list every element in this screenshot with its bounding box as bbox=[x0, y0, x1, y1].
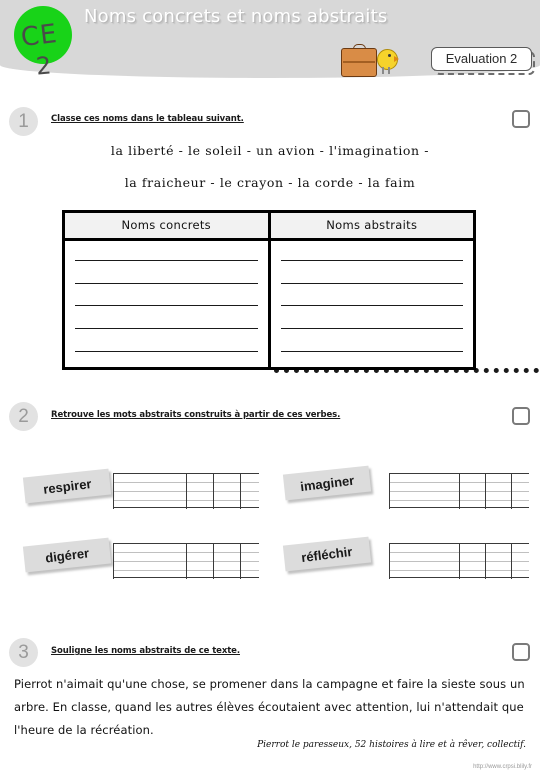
answer-line[interactable] bbox=[75, 259, 258, 261]
stave-vertical-line bbox=[485, 473, 486, 509]
level-logo-number: 2 bbox=[34, 51, 53, 81]
answer-line[interactable] bbox=[75, 305, 258, 307]
answer-line[interactable] bbox=[280, 351, 463, 353]
answer-line[interactable] bbox=[75, 351, 258, 353]
page-title: Noms concrets et noms abstraits bbox=[84, 6, 388, 27]
exercise-2-number: 2 bbox=[9, 402, 38, 431]
answer-line[interactable] bbox=[75, 328, 258, 330]
chick-eye-icon bbox=[388, 54, 391, 57]
exercise-1-table-wrapper: Noms concrets Noms abstraits bbox=[62, 210, 539, 373]
verb-tag-reflechir: réfléchir bbox=[282, 536, 372, 572]
exercise-2-instruction: Retrouve les mots abstraits construits à… bbox=[51, 410, 341, 420]
answer-stave-imaginer[interactable] bbox=[389, 473, 529, 509]
exercise-1-checkbox[interactable] bbox=[512, 110, 530, 128]
stave-vertical-line bbox=[113, 543, 114, 579]
stave-vertical-line bbox=[511, 543, 512, 579]
stave-vertical-line bbox=[485, 543, 486, 579]
exercise-3-number: 3 bbox=[9, 638, 38, 667]
table-body-concrete[interactable] bbox=[65, 241, 268, 367]
suitcase-band-icon bbox=[343, 61, 375, 63]
verb-tag-label: imaginer bbox=[299, 472, 355, 495]
table-column-abstract: Noms abstraits bbox=[270, 213, 474, 367]
answer-line[interactable] bbox=[280, 328, 463, 330]
verb-tag-digerer: digérer bbox=[22, 537, 112, 573]
evaluation-badge-label: Evaluation 2 bbox=[431, 47, 532, 71]
exercise-1-word-line-1: la liberté - le soleil - un avion - l'im… bbox=[110, 143, 430, 158]
page-header: CE 2 Noms concrets et noms abstraits Eva… bbox=[0, 0, 540, 92]
evaluation-badge: Evaluation 2 bbox=[431, 47, 535, 75]
stave-vertical-line bbox=[213, 473, 214, 509]
table-column-concrete: Noms concrets bbox=[65, 213, 271, 367]
table-body-abstract[interactable] bbox=[271, 241, 474, 367]
exercise-3-passage: Pierrot n'aimait qu'une chose, se promen… bbox=[14, 677, 525, 737]
suitcase-chick-mascot-icon bbox=[341, 44, 403, 78]
stave-vertical-line bbox=[389, 473, 390, 509]
answer-line[interactable] bbox=[280, 259, 463, 261]
stave-vertical-line bbox=[186, 543, 187, 579]
answer-line[interactable] bbox=[280, 305, 463, 307]
exercise-3-instruction: Souligne les noms abstraits de ce texte. bbox=[51, 646, 240, 656]
stave-vertical-line bbox=[459, 543, 460, 579]
stave-vertical-line bbox=[213, 543, 214, 579]
chick-leg-icon bbox=[382, 67, 384, 74]
stave-vertical-line bbox=[113, 473, 114, 509]
stave-vertical-line bbox=[389, 543, 390, 579]
footer-url[interactable]: http://www.crpsi.blily.fr bbox=[473, 764, 532, 770]
stave-vertical-line bbox=[511, 473, 512, 509]
verb-tag-label: respirer bbox=[42, 476, 93, 497]
exercise-3-checkbox[interactable] bbox=[512, 643, 530, 661]
stave-vertical-line bbox=[186, 473, 187, 509]
verb-tag-label: réfléchir bbox=[300, 543, 354, 566]
answer-line[interactable] bbox=[280, 282, 463, 284]
table-header-abstract: Noms abstraits bbox=[270, 213, 473, 241]
answer-line[interactable] bbox=[75, 282, 258, 284]
verb-tag-label: digérer bbox=[44, 545, 90, 566]
chick-leg-icon bbox=[388, 67, 390, 74]
classification-table: Noms concrets Noms abstraits bbox=[62, 210, 476, 370]
verb-tag-imaginer: imaginer bbox=[282, 465, 372, 501]
chick-beak-icon bbox=[394, 56, 399, 62]
stave-vertical-line bbox=[240, 543, 241, 579]
exercise-1-instruction: Classe ces noms dans le tableau suivant. bbox=[51, 114, 244, 124]
stave-vertical-line bbox=[240, 473, 241, 509]
level-logo-text: CE bbox=[19, 18, 60, 54]
suitcase-icon bbox=[341, 48, 377, 77]
answer-stave-digerer[interactable] bbox=[113, 543, 259, 579]
exercise-1-word-line-2: la fraicheur - le crayon - la corde - la… bbox=[124, 175, 416, 190]
table-header-concrete: Noms concrets bbox=[65, 213, 268, 241]
verb-tag-respirer: respirer bbox=[22, 468, 112, 504]
answer-stave-reflechir[interactable] bbox=[389, 543, 529, 579]
stave-vertical-line bbox=[459, 473, 460, 509]
exercise-3-source: Pierrot le paresseux, 52 histoires à lir… bbox=[257, 740, 526, 750]
answer-stave-respirer[interactable] bbox=[113, 473, 259, 509]
exercise-1-number: 1 bbox=[9, 107, 38, 136]
exercise-2-checkbox[interactable] bbox=[512, 407, 530, 425]
